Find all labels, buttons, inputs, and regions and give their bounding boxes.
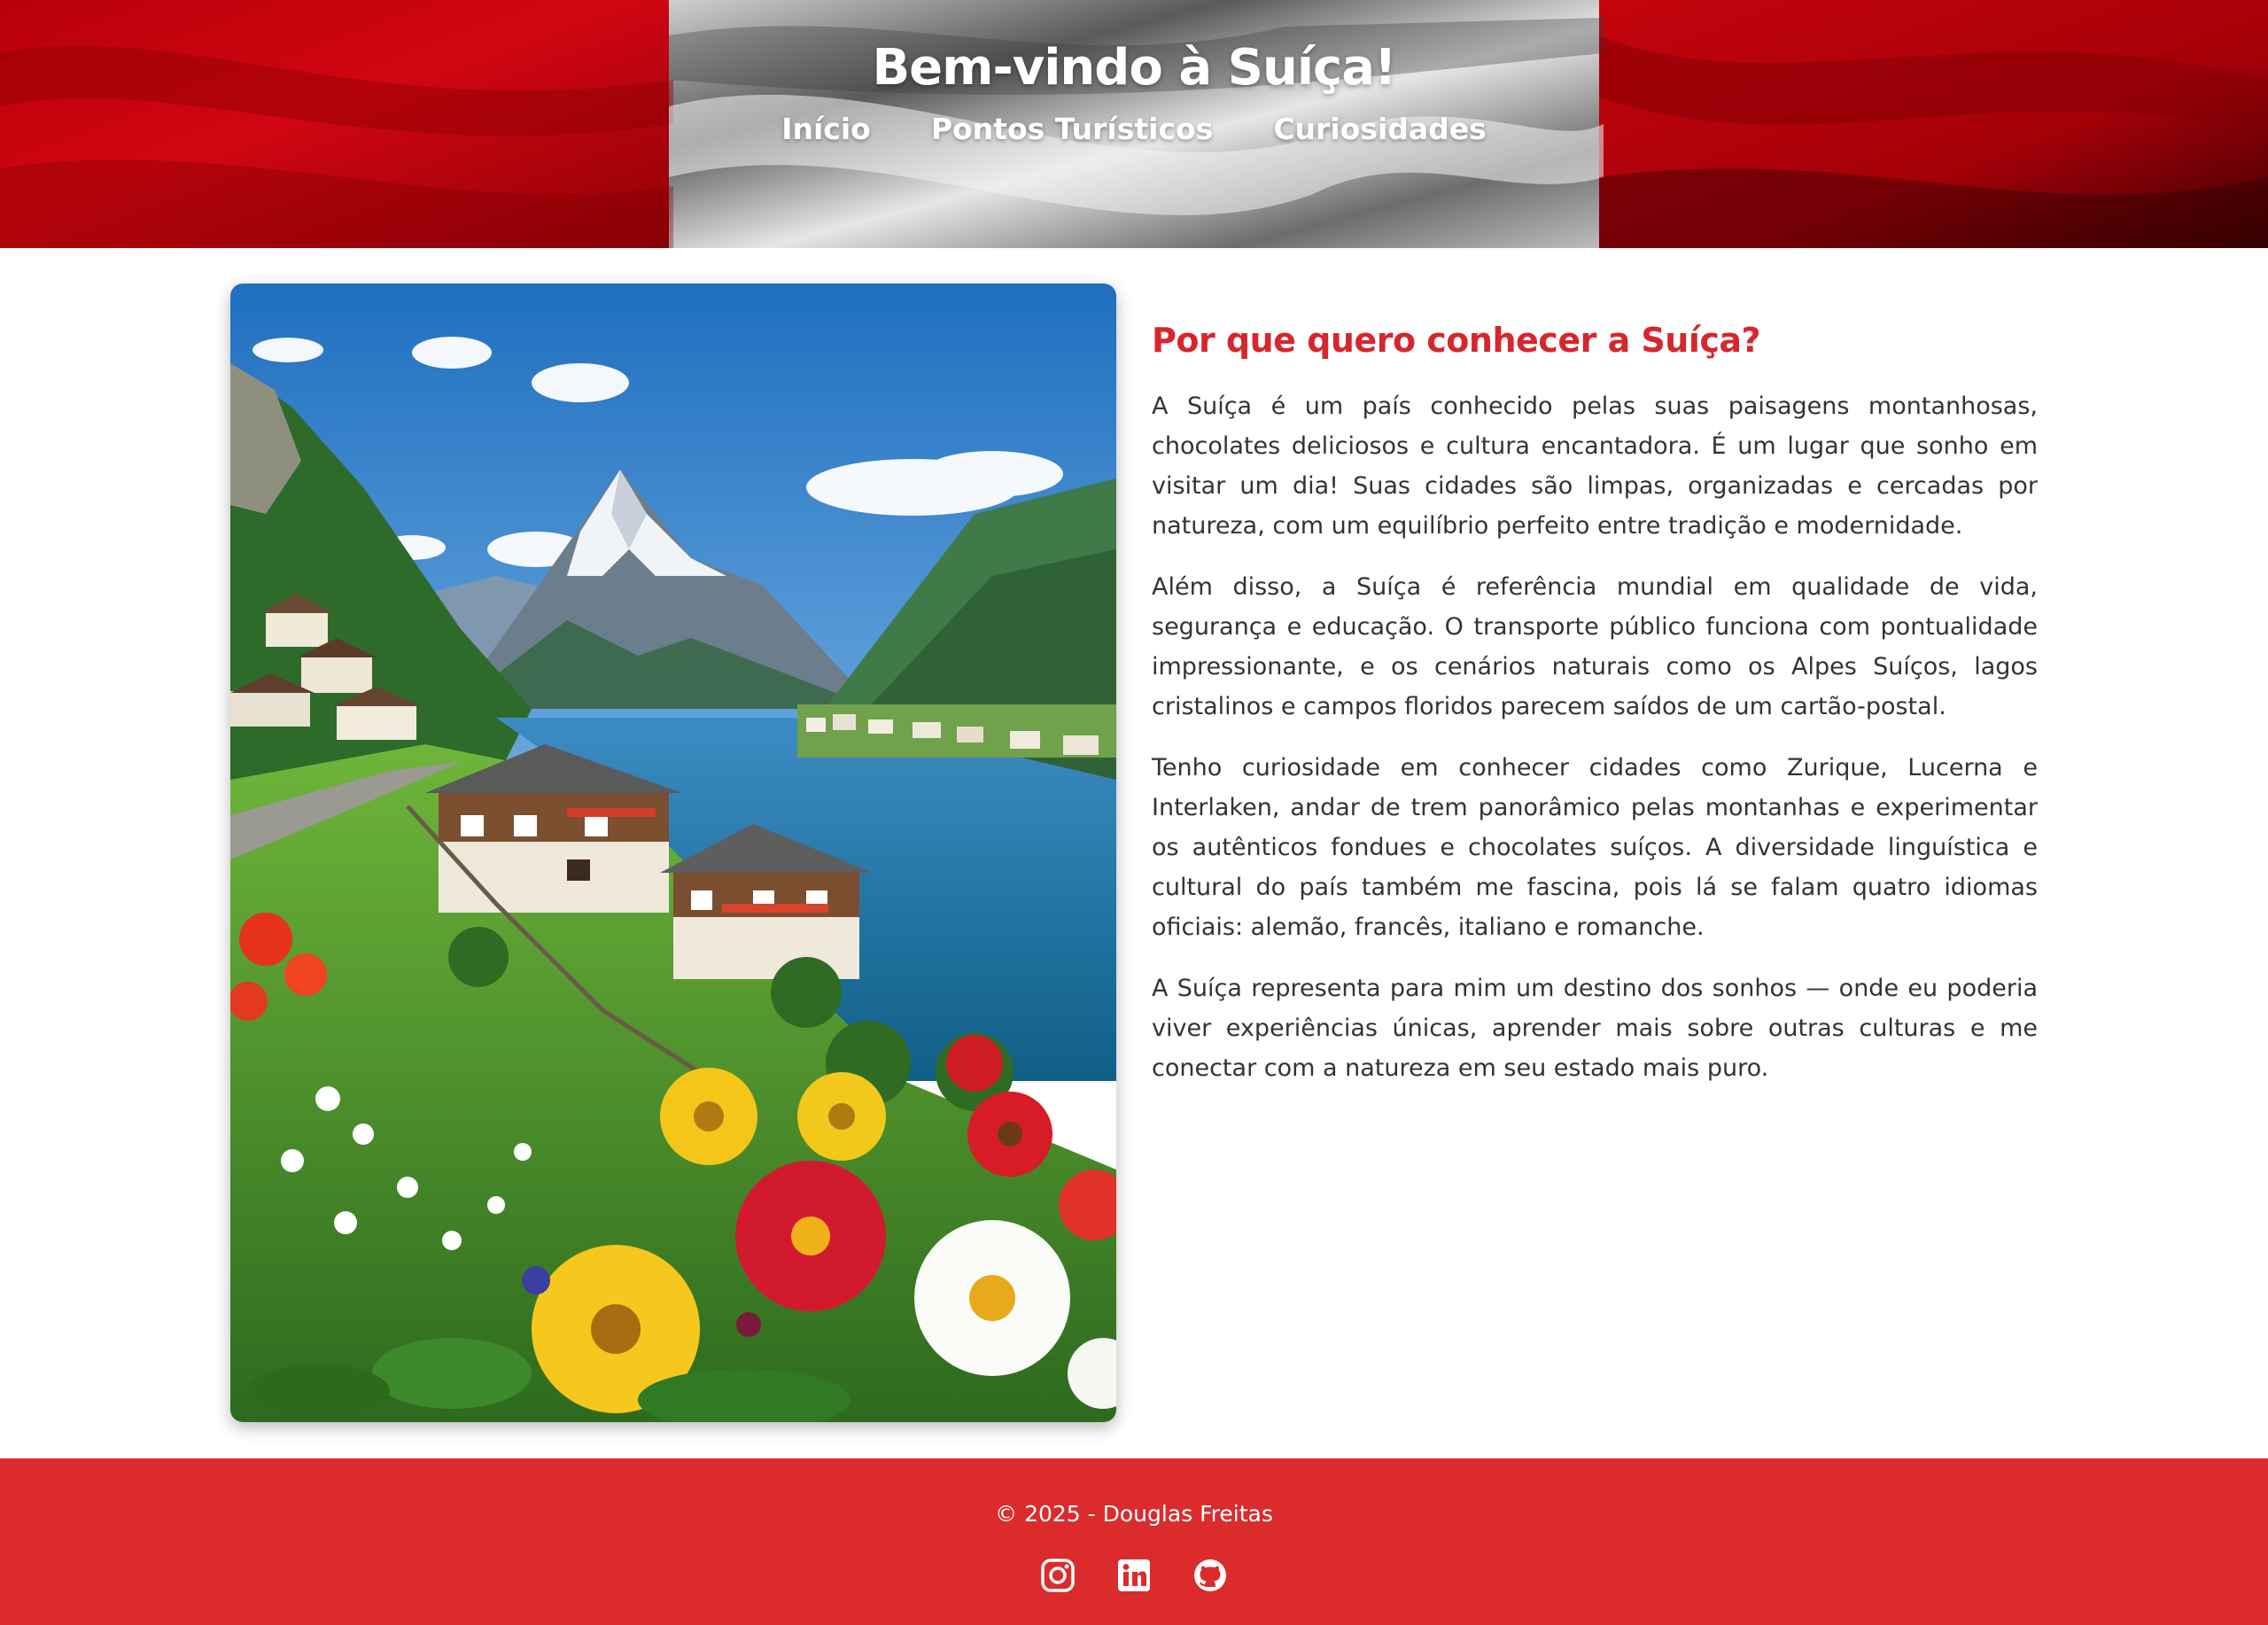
switzerland-landscape-photo <box>230 284 1116 1422</box>
main-nav: Início Pontos Turísticos Curiosidades <box>0 112 2268 146</box>
instagram-icon[interactable] <box>1040 1558 1076 1593</box>
article-paragraph-4: A Suíça representa para mim um destino d… <box>1152 975 2038 1082</box>
page-footer: © 2025 - Douglas Freitas <box>0 1458 2268 1625</box>
site-title: Bem-vindo à Suíça! <box>872 39 1396 97</box>
nav-link-inicio[interactable]: Início <box>781 112 871 146</box>
copyright-text: © 2025 - Douglas Freitas <box>995 1501 1273 1527</box>
nav-link-curiosidades[interactable]: Curiosidades <box>1273 112 1486 146</box>
article: Por que quero conhecer a Suíça? A Suíça … <box>1152 321 2038 1109</box>
article-paragraph-2: Além disso, a Suíça é referência mundial… <box>1152 573 2038 720</box>
nav-link-pontos-turisticos[interactable]: Pontos Turísticos <box>931 112 1214 146</box>
page-header: Bem-vindo à Suíça! Início Pontos Turísti… <box>0 0 2268 248</box>
github-icon[interactable] <box>1192 1558 1228 1593</box>
linkedin-icon[interactable] <box>1116 1558 1152 1593</box>
article-heading: Por que quero conhecer a Suíça? <box>1152 321 1761 360</box>
social-links <box>0 1558 2268 1593</box>
header-content: Bem-vindo à Suíça! Início Pontos Turísti… <box>0 0 2268 248</box>
article-paragraph-3: Tenho curiosidade em conhecer cidades co… <box>1152 754 2038 941</box>
article-paragraph-1: A Suíça é um país conhecido pelas suas p… <box>1152 393 2038 540</box>
main-content: Por que quero conhecer a Suíça? A Suíça … <box>0 248 2268 1458</box>
